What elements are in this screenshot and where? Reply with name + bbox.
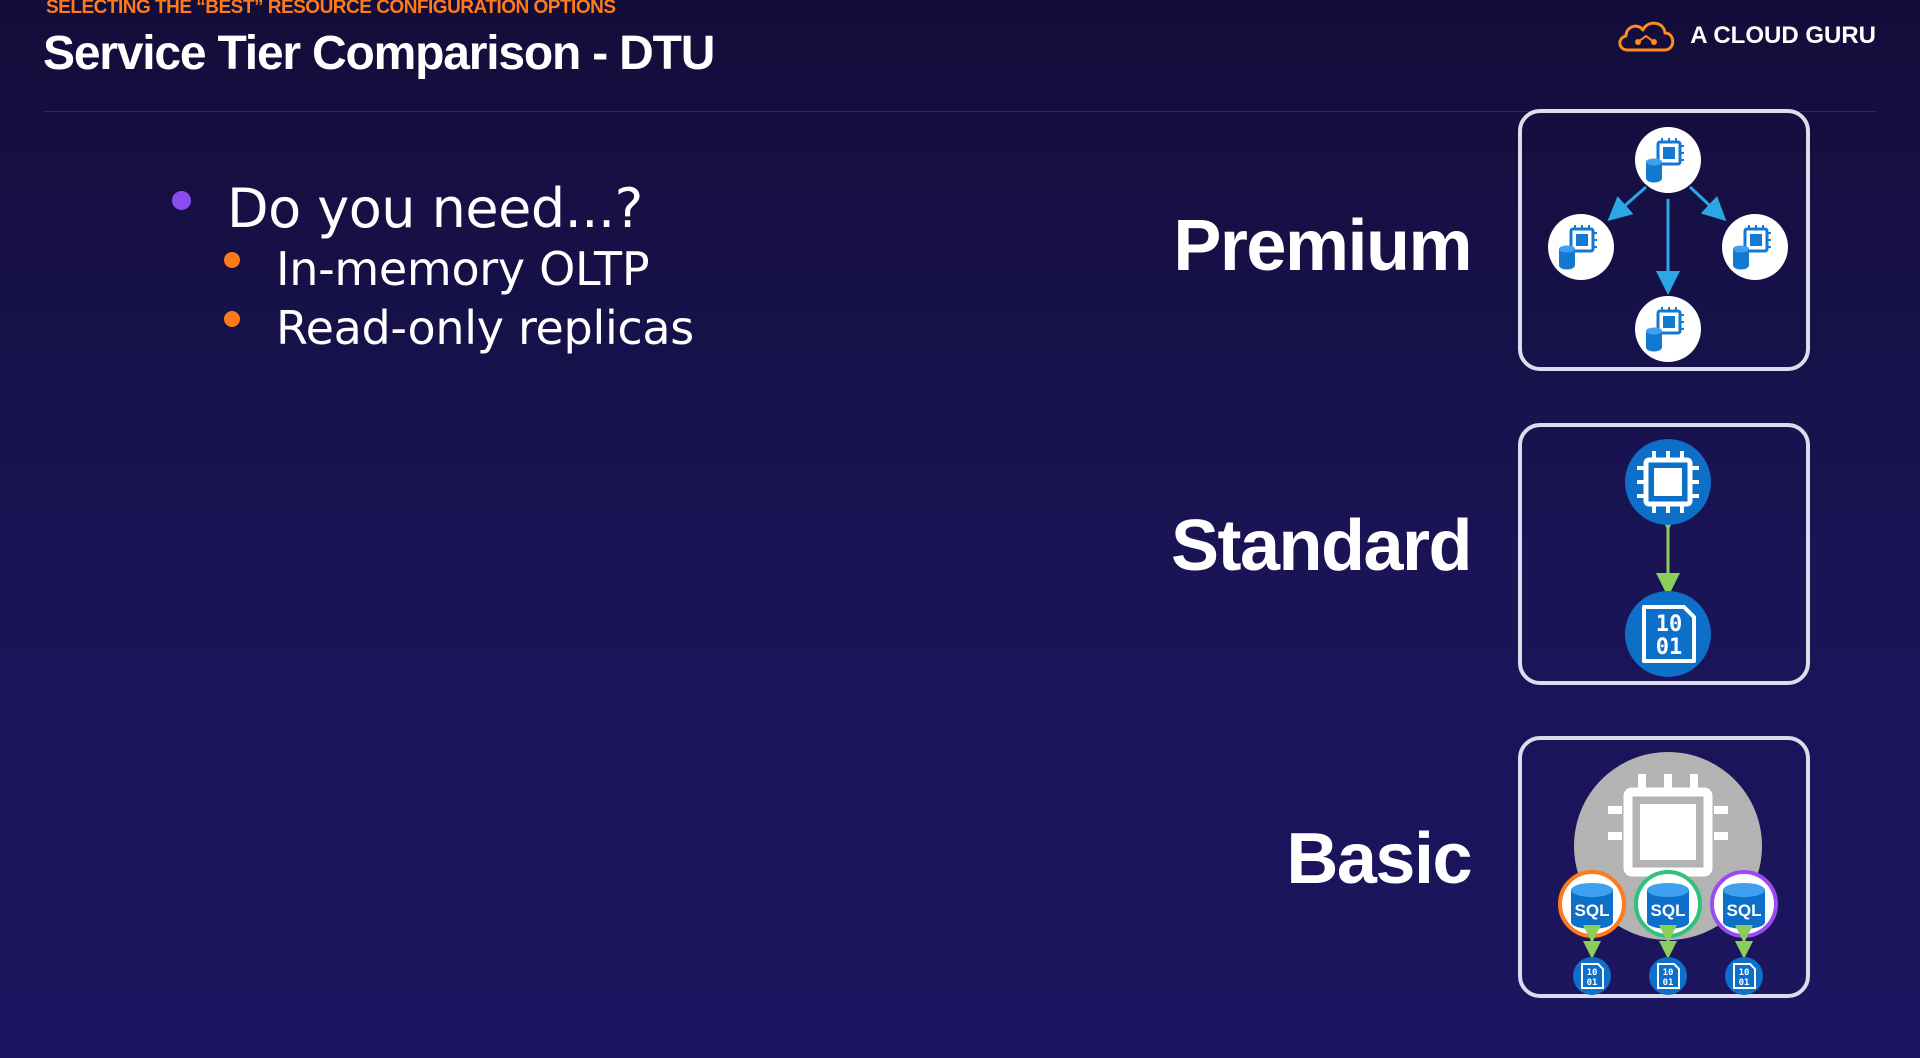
binary-storage-icon: 10 01 xyxy=(1649,957,1687,995)
brand-name: A CLOUD GURU xyxy=(1690,22,1876,49)
bullet-list: Do you need...? In-memory OLTP Read-only… xyxy=(172,177,694,358)
orange-bullet-icon xyxy=(224,310,240,327)
binary-bottom-text: 01 xyxy=(1587,978,1598,988)
tier-label-standard: Standard xyxy=(1170,506,1473,586)
replicated-database-icon xyxy=(1546,125,1790,364)
shared-pool-sql-icon: SQL SQL SQL 10 01 10 01 10 01 xyxy=(1558,752,1778,995)
tier-card-standard: 10 01 xyxy=(1518,423,1810,685)
binary-top-text: 10 xyxy=(1656,612,1683,637)
section-eyebrow: SELECTING THE “BEST” RESOURCE CONFIGURAT… xyxy=(46,0,616,18)
slide-title: Service Tier Comparison - DTU xyxy=(43,27,715,80)
tier-label-basic: Basic xyxy=(1286,819,1472,899)
sub-bullet-text: In-memory OLTP xyxy=(276,242,650,296)
sql-label: SQL xyxy=(1575,901,1610,920)
sql-database-icon: SQL xyxy=(1558,870,1626,938)
binary-bottom-text: 01 xyxy=(1656,635,1683,660)
orange-bullet-icon xyxy=(224,251,240,268)
processor-storage-icon: 10 01 xyxy=(1625,439,1711,677)
sql-label: SQL xyxy=(1727,901,1762,920)
tier-label-premium: Premium xyxy=(1173,206,1472,286)
binary-top-text: 10 xyxy=(1663,968,1674,978)
binary-storage-icon: 10 01 xyxy=(1725,957,1763,995)
cloud-logo-icon xyxy=(1618,21,1675,52)
bullet-main: Do you need...? xyxy=(172,177,694,240)
tier-card-premium xyxy=(1518,109,1810,371)
sql-database-icon: SQL xyxy=(1710,870,1778,938)
binary-bottom-text: 01 xyxy=(1739,978,1750,988)
sub-bullet-text: Read-only replicas xyxy=(276,301,694,355)
binary-top-text: 10 xyxy=(1739,968,1750,978)
sql-database-icon: SQL xyxy=(1634,870,1702,938)
binary-top-text: 10 xyxy=(1587,968,1598,978)
sub-bullet-oltp: In-memory OLTP xyxy=(224,240,694,299)
binary-storage-icon: 10 01 xyxy=(1573,957,1611,995)
bullet-main-text: Do you need...? xyxy=(227,177,643,240)
binary-bottom-text: 01 xyxy=(1663,978,1674,988)
purple-bullet-icon xyxy=(172,191,191,210)
sql-label: SQL xyxy=(1651,901,1686,920)
brand-logo: A CLOUD GURU xyxy=(1614,16,1876,56)
sub-bullet-replicas: Read-only replicas xyxy=(224,299,694,358)
tier-card-basic: SQL SQL SQL 10 01 10 01 10 01 xyxy=(1518,736,1810,998)
